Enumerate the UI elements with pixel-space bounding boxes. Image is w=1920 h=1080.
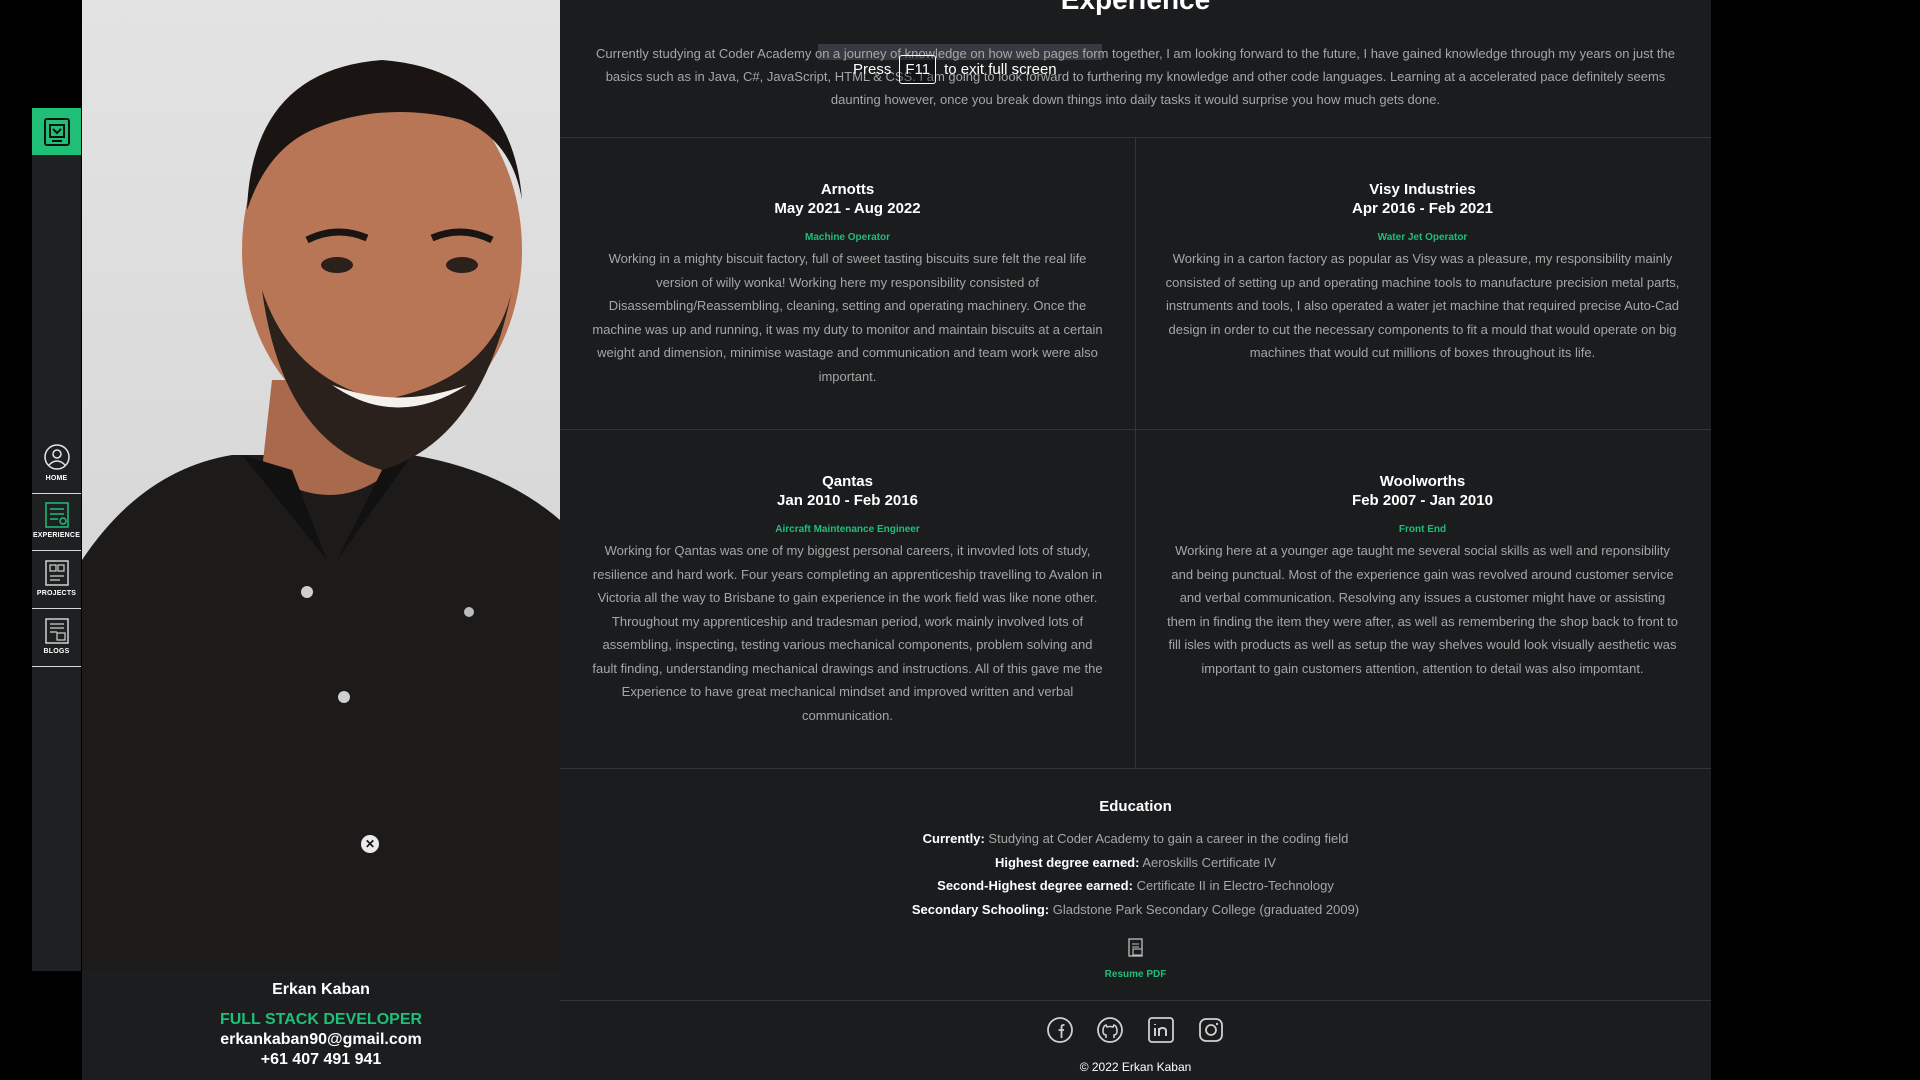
nav-home-label: HOME <box>45 475 68 482</box>
side-nav: HOME EXPERIENCE PROJECTS BLOGS <box>32 108 81 971</box>
education-label: Secondary Schooling: <box>911 901 1050 917</box>
facebook-icon[interactable] <box>1046 1016 1074 1049</box>
linkedin-icon[interactable] <box>1147 1016 1175 1049</box>
job-card-arnotts: Arnotts May 2021 - Aug 2022 Machine Oper… <box>590 180 1105 388</box>
instagram-icon[interactable] <box>1197 1016 1225 1049</box>
job-description: Working for Qantas was one of my biggest… <box>592 543 1103 723</box>
section-title: Experience <box>560 0 1711 16</box>
job-description: Working here at a younger age taught me … <box>1167 543 1678 676</box>
nav-blogs-label: BLOGS <box>43 648 70 655</box>
scrollbar[interactable] <box>1906 0 1920 1080</box>
education-value: Aeroskills Certificate IV <box>1142 854 1277 870</box>
toast-key: F11 <box>899 54 937 84</box>
profile-card: Erkan Kaban FULL STACK DEVELOPER erkanka… <box>82 971 560 1080</box>
social-links <box>560 1016 1711 1049</box>
job-dates: Feb 2007 - Jan 2010 <box>1352 492 1493 509</box>
education-value: Studying at Coder Academy to gain a care… <box>988 831 1349 846</box>
close-icon[interactable]: ✕ <box>361 835 379 853</box>
nav-experience[interactable]: EXPERIENCE <box>32 496 81 551</box>
profile-name: Erkan Kaban <box>272 981 370 998</box>
user-icon <box>43 444 70 470</box>
job-title: Front End <box>1398 524 1447 535</box>
education-row: Highest degree earned: Aeroskills Certif… <box>560 851 1711 875</box>
education-label: Currently: <box>922 831 985 846</box>
education-label: Highest degree earned: <box>994 854 1140 870</box>
education-heading: Education <box>1099 798 1172 815</box>
profile-role: FULL STACK DEVELOPER <box>219 1011 423 1028</box>
toast-press: Press <box>853 60 892 78</box>
job-company: Woolworths <box>1379 473 1466 490</box>
education-row: Currently: Studying at Coder Academy to … <box>560 827 1711 851</box>
divider <box>560 768 1711 769</box>
fullscreen-toast: Press F11 to exit full screen <box>853 52 1057 86</box>
pdf-icon <box>1127 938 1143 957</box>
nav-experience-label: EXPERIENCE <box>32 532 81 539</box>
github-icon[interactable] <box>1096 1016 1124 1049</box>
job-company: Arnotts <box>820 181 875 198</box>
job-card-qantas: Qantas Jan 2010 - Feb 2016 Aircraft Main… <box>590 472 1105 727</box>
divider <box>560 429 1711 430</box>
job-description: Working in a carton factory as popular a… <box>1165 251 1680 360</box>
blogs-icon <box>44 618 69 644</box>
profile-photo: ✕ <box>82 0 560 971</box>
job-dates: Apr 2016 - Feb 2021 <box>1352 200 1493 217</box>
nav-home[interactable]: HOME <box>32 439 81 494</box>
nav-projects[interactable]: PROJECTS <box>32 554 81 609</box>
education-row: Secondary Schooling: Gladstone Park Seco… <box>560 898 1711 922</box>
education-label: Second-Highest degree earned: <box>937 878 1133 893</box>
education-block: Education Currently: Studying at Coder A… <box>560 798 1711 921</box>
job-description: Working in a mighty biscuit factory, ful… <box>592 251 1103 384</box>
job-card-woolworths: Woolworths Feb 2007 - Jan 2010 Front End… <box>1165 472 1680 680</box>
profile-phone[interactable]: +61 407 491 941 <box>82 1051 560 1069</box>
job-company: Qantas <box>822 473 873 490</box>
profile-email[interactable]: erkankaban90@gmail.com <box>82 1031 560 1049</box>
education-value: Certificate II in Electro-Technology <box>1136 878 1334 893</box>
divider <box>1135 137 1136 768</box>
job-title: Aircraft Maintenance Engineer <box>775 524 920 535</box>
job-title: Machine Operator <box>804 232 891 243</box>
experience-section: Experience Currently studying at Coder A… <box>560 0 1711 1080</box>
education-row: Second-Highest degree earned: Certificat… <box>560 874 1711 898</box>
intro-text: Currently studying at Coder Academy on a… <box>596 46 1675 107</box>
nav-projects-label: PROJECTS <box>36 590 77 597</box>
resume-pdf-link[interactable]: Resume PDF <box>560 938 1711 980</box>
education-value: Gladstone Park Secondary College (gradua… <box>1052 901 1360 917</box>
job-dates: May 2021 - Aug 2022 <box>774 200 921 217</box>
copyright: © 2022 Erkan Kaban <box>1079 1060 1192 1074</box>
experience-icon <box>44 502 69 528</box>
job-company: Visy Industries <box>1369 181 1476 198</box>
job-title: Water Jet Operator <box>1377 232 1468 243</box>
job-dates: Jan 2010 - Feb 2016 <box>777 492 918 509</box>
toast-suffix: to exit full screen <box>944 60 1057 78</box>
divider <box>560 1000 1711 1001</box>
job-card-visy: Visy Industries Apr 2016 - Feb 2021 Wate… <box>1165 180 1680 365</box>
logo-icon[interactable] <box>32 108 81 155</box>
nav-blogs[interactable]: BLOGS <box>32 612 81 667</box>
resume-label: Resume PDF <box>1104 969 1167 980</box>
projects-icon <box>44 560 69 586</box>
